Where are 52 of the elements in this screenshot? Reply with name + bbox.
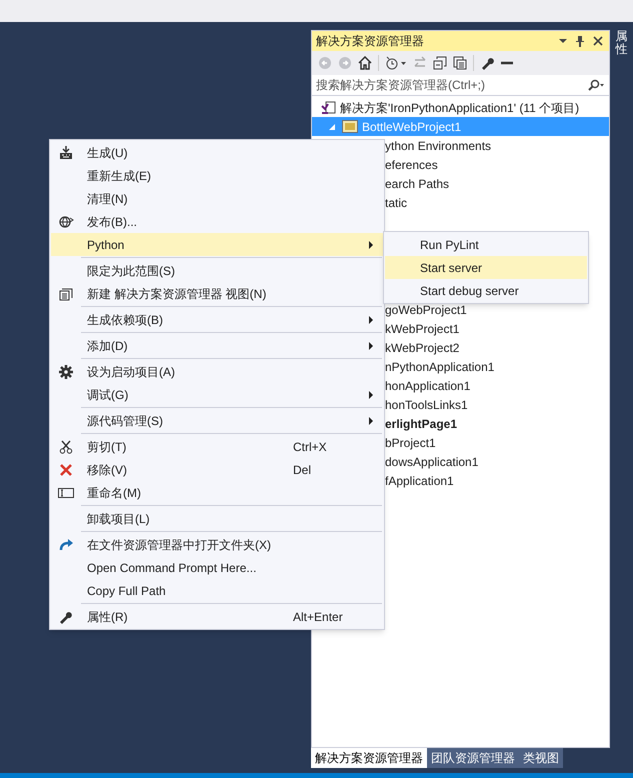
project-icon bbox=[342, 120, 358, 133]
tree-item[interactable]: 解决方案'IronPythonApplication1' (11 个项目) bbox=[312, 98, 609, 117]
menu-item[interactable]: Python bbox=[51, 233, 383, 256]
panel-tab[interactable]: 类视图 bbox=[519, 748, 563, 768]
new-view-icon bbox=[59, 286, 73, 300]
submenu-arrow-icon bbox=[369, 390, 374, 398]
menu-item[interactable]: 调试(G) bbox=[51, 383, 383, 406]
rename-icon bbox=[58, 486, 74, 498]
menu-item[interactable]: Start server bbox=[385, 256, 587, 279]
home-icon[interactable] bbox=[358, 56, 372, 70]
menu-item[interactable]: 发布(B)... bbox=[51, 210, 383, 233]
dropdown-icon[interactable] bbox=[559, 38, 567, 44]
globe-icon bbox=[58, 214, 74, 228]
panel-tab[interactable]: 团队资源管理器 bbox=[427, 748, 519, 768]
submenu-arrow-icon bbox=[369, 240, 374, 248]
menu-item[interactable]: Start debug server bbox=[385, 279, 587, 302]
menu-item[interactable]: 重新生成(E) bbox=[51, 164, 383, 187]
solution-icon bbox=[321, 100, 336, 114]
menu-item[interactable]: 限定为此范围(S) bbox=[51, 259, 383, 282]
submenu-arrow-icon bbox=[369, 416, 374, 424]
delete-icon bbox=[59, 462, 73, 476]
panel-tab[interactable]: 解决方案资源管理器 bbox=[311, 748, 427, 768]
redo-arrow-icon bbox=[58, 538, 74, 552]
menu-item[interactable]: 源代码管理(S) bbox=[51, 409, 383, 432]
menu-item[interactable]: 在文件资源管理器中打开文件夹(X) bbox=[51, 533, 383, 556]
menu-item[interactable]: 清理(N) bbox=[51, 187, 383, 210]
submenu-arrow-icon bbox=[369, 316, 374, 324]
close-icon[interactable] bbox=[593, 36, 603, 46]
menu-item[interactable]: 添加(D) bbox=[51, 334, 383, 357]
copy-icon[interactable] bbox=[453, 56, 467, 70]
menu-item[interactable]: 新建 解决方案资源管理器 视图(N) bbox=[51, 282, 383, 305]
menu-item[interactable]: 设为启动项目(A) bbox=[51, 360, 383, 383]
history-icon[interactable] bbox=[385, 56, 407, 70]
menu-item[interactable]: 生成依赖项(B) bbox=[51, 308, 383, 331]
search-icon[interactable] bbox=[587, 79, 605, 91]
panel-title: 解决方案资源管理器 bbox=[316, 33, 425, 50]
build-icon bbox=[59, 146, 73, 160]
menu-item[interactable]: Run PyLint bbox=[385, 233, 587, 256]
collapse-icon[interactable] bbox=[433, 56, 447, 70]
menu-item[interactable]: 移除(V) Del bbox=[51, 458, 383, 481]
menu-item[interactable]: 属性(R) Alt+Enter bbox=[51, 605, 383, 628]
menu-item[interactable]: 重命名(M) bbox=[51, 481, 383, 504]
menu-item[interactable]: 卸载项目(L) bbox=[51, 507, 383, 530]
properties-side-tab[interactable]: 属性 bbox=[616, 30, 628, 56]
scissors-icon bbox=[59, 440, 73, 454]
pin-icon[interactable] bbox=[575, 35, 585, 47]
gear-icon bbox=[59, 364, 73, 378]
menu-item[interactable]: 生成(U) bbox=[51, 141, 383, 164]
submenu-arrow-icon bbox=[369, 342, 374, 350]
menu-item[interactable]: Open Command Prompt Here... bbox=[51, 556, 383, 579]
menu-item[interactable]: 剪切(T) Ctrl+X bbox=[51, 435, 383, 458]
menu-item[interactable]: Copy Full Path bbox=[51, 579, 383, 602]
